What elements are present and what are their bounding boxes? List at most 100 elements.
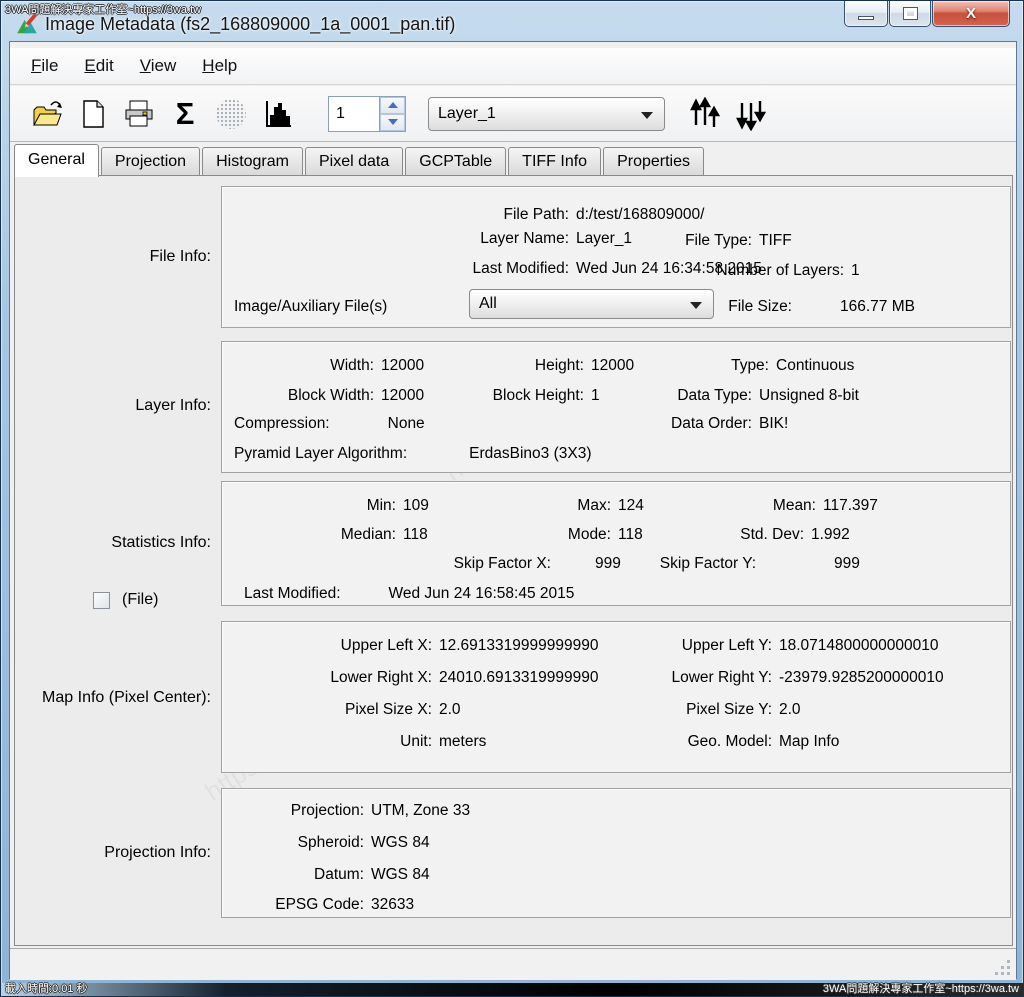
data-type-value: Unsigned 8-bit (759, 386, 859, 405)
min-row: Min:109 (396, 496, 429, 515)
std-dev-label: Std. Dev: (740, 525, 804, 544)
type-label: Type: (731, 356, 769, 375)
pixel-size-y-value: 2.0 (779, 700, 801, 719)
projection-row: Projection:UTM, Zone 33 (364, 801, 470, 820)
tab-properties[interactable]: Properties (603, 147, 704, 175)
height-value: 12000 (591, 356, 634, 375)
skip-factor-y-row: Skip Factor Y:999 (756, 554, 860, 573)
upper-left-y-label: Upper Left Y: (682, 636, 772, 655)
file-size-row: File Size:166.77 MB (792, 297, 915, 316)
layer-info-group: Width: 12000 Height:12000 Type: Continuous… (221, 341, 1011, 473)
aux-files-label: Image/Auxiliary File(s) (234, 298, 387, 315)
stats-last-modified-label: Last Modified: (244, 585, 341, 602)
width-label: Width: (330, 356, 374, 375)
minimize-button[interactable] (844, 1, 888, 27)
stats-file-checkbox[interactable] (93, 592, 110, 609)
print-button[interactable] (116, 92, 162, 136)
file-path-value: d:/test/168809000/ (576, 205, 704, 224)
map-info-group: Upper Left X:12.6913319999999990 Upper L… (221, 621, 1011, 773)
max-row: Max:124 (611, 496, 644, 515)
open-file-button[interactable] (24, 92, 70, 136)
layer-select-value: Layer_1 (429, 105, 496, 123)
menu-edit[interactable]: Edit (71, 50, 126, 82)
lower-right-y-row: Lower Right Y:-23979.9285200000010 (772, 668, 944, 687)
mean-row: Mean:117.397 (816, 496, 878, 515)
pyramid-row: Pyramid Layer Algorithm:ErdasBino3 (3X3) (234, 444, 592, 463)
median-label: Median: (341, 525, 396, 544)
epsg-label: EPSG Code: (275, 895, 364, 914)
general-tab-content: https://3wa.tw https://3wa.tw File Info:… (14, 175, 1013, 946)
stats-last-modified-value: Wed Jun 24 16:58:45 2015 (389, 584, 575, 603)
mean-label: Mean: (773, 496, 816, 515)
layer-name-label: Layer Name: (480, 229, 569, 248)
num-layers-label: Number of Layers: (717, 261, 845, 280)
projection-info-label: Projection Info: (15, 844, 211, 862)
raise-layer-button[interactable] (683, 92, 729, 136)
block-width-label: Block Width: (288, 386, 374, 405)
layer-number-input[interactable] (328, 96, 380, 132)
tab-general[interactable]: General (14, 144, 99, 177)
statistics-info-group: Min:109 Max:124 Mean:117.397 Median:118 … (221, 481, 1011, 606)
std-dev-row: Std. Dev:1.992 (804, 525, 850, 544)
height-row: Height:12000 (584, 356, 634, 375)
close-button[interactable]: X (932, 1, 1010, 27)
skip-factor-x-row: Skip Factor X:999 (551, 554, 621, 573)
lower-layer-button[interactable] (729, 92, 775, 136)
bottom-strip: 載入時間:0.01 秒 3WA問題解決專家工作室~https://3wa.tw (1, 983, 1023, 996)
new-file-button[interactable] (70, 92, 116, 136)
watermark-bottom-right: 3WA問題解決專家工作室~https://3wa.tw (823, 980, 1019, 996)
num-layers-value: 1 (851, 261, 860, 280)
block-height-value: 1 (591, 386, 600, 405)
menu-help[interactable]: Help (189, 50, 250, 82)
file-info-label: File Info: (15, 248, 211, 266)
unit-label: Unit: (400, 732, 432, 751)
min-value: 109 (403, 496, 429, 515)
statistics-button[interactable]: Σ (162, 92, 208, 136)
menu-bar: File Edit View Help (10, 48, 1016, 85)
block-height-label: Block Height: (493, 386, 584, 405)
compute-pyramid-button[interactable] (208, 92, 254, 136)
tab-projection[interactable]: Projection (101, 147, 200, 175)
skip-factor-x-value: 999 (595, 554, 621, 573)
min-label: Min: (367, 496, 396, 515)
skip-factor-y-value: 999 (834, 554, 860, 573)
tab-pixel-data[interactable]: Pixel data (305, 147, 403, 175)
projection-label: Projection: (291, 801, 364, 820)
block-width-value: 12000 (381, 386, 424, 405)
aux-files-label-cell: Image/Auxiliary File(s) (234, 297, 387, 316)
mean-value: 117.397 (823, 496, 878, 515)
watermark-bottom-left: 載入時間:0.01 秒 (5, 980, 88, 996)
spin-up-button[interactable] (380, 97, 405, 114)
menu-file[interactable]: File (18, 50, 71, 82)
skip-factor-y-label: Skip Factor Y: (660, 554, 756, 573)
minimize-icon (858, 16, 874, 20)
datum-row: Datum:WGS 84 (364, 865, 430, 884)
histogram-icon (260, 97, 294, 131)
num-layers-row: Number of Layers:1 (844, 261, 860, 280)
data-order-label: Data Order: (671, 414, 752, 433)
spheroid-label: Spheroid: (298, 833, 364, 852)
aux-files-dropdown[interactable]: All (469, 289, 714, 319)
histogram-button[interactable] (254, 92, 300, 136)
pixel-size-y-row: Pixel Size Y:2.0 (772, 700, 801, 719)
window-title: Image Metadata (fs2_168809000_1a_0001_pa… (45, 14, 455, 35)
upper-left-y-value: 18.0714800000000010 (779, 636, 938, 655)
spin-down-button[interactable] (380, 114, 405, 131)
aux-files-value: All (470, 295, 497, 313)
resize-grip[interactable] (995, 959, 1011, 975)
unit-row: Unit:meters (432, 732, 486, 751)
maximize-button[interactable] (889, 1, 931, 27)
type-value: Continuous (776, 356, 854, 375)
lower-right-x-value: 24010.6913319999990 (439, 668, 598, 687)
tab-histogram[interactable]: Histogram (202, 147, 303, 175)
pixel-size-y-label: Pixel Size Y: (686, 700, 772, 719)
layer-number-spinner (328, 96, 406, 132)
upper-left-x-label: Upper Left X: (341, 636, 432, 655)
client-area: File Edit View Help (9, 41, 1017, 979)
layer-select-dropdown[interactable]: Layer_1 (428, 97, 665, 131)
pyramid-label: Pyramid Layer Algorithm: (234, 445, 407, 462)
tab-tiff-info[interactable]: TIFF Info (508, 147, 601, 175)
upper-left-y-row: Upper Left Y:18.0714800000000010 (772, 636, 938, 655)
menu-view[interactable]: View (127, 50, 190, 82)
tab-gcptable[interactable]: GCPTable (405, 147, 506, 175)
